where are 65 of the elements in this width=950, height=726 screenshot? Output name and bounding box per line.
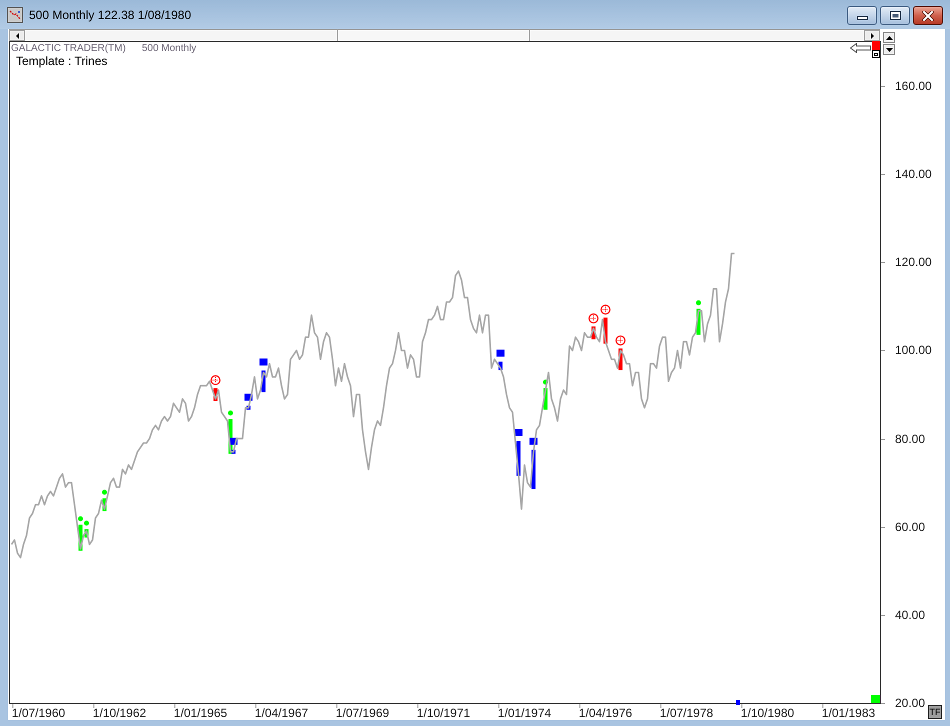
symbol-name: 500 Monthly (142, 43, 196, 55)
scrollbar-thumb[interactable] (337, 30, 530, 41)
scroll-right-button[interactable] (864, 30, 880, 41)
date-axis-label: 1/10/1980 (740, 706, 794, 720)
date-axis-label: 1/10/1971 (416, 706, 470, 720)
left-arrow-icon (16, 32, 18, 38)
date-axis-label: 1/07/1978 (660, 706, 714, 720)
axis-tick (336, 704, 337, 708)
chart-app-icon (7, 6, 23, 22)
timeframe-button[interactable]: TF (928, 705, 942, 719)
scroll-left-button[interactable] (9, 30, 25, 41)
date-axis-label: 1/01/1965 (174, 706, 228, 720)
down-arrow-icon (886, 48, 892, 52)
date-axis-label: 1/07/1960 (12, 706, 66, 720)
date-axis-label: 1/04/1976 (578, 706, 632, 720)
axis-tick (578, 704, 580, 708)
axis-tick (881, 526, 885, 528)
axis-tick (12, 704, 13, 708)
axis-tick (174, 704, 175, 708)
window-box-icon[interactable] (872, 50, 880, 58)
maximize-button[interactable] (880, 6, 910, 25)
price-axis-label: 140.00 (895, 166, 932, 182)
price-axis-label: 60.00 (895, 518, 926, 535)
status-square-icon (871, 695, 880, 703)
minimize-button[interactable] (847, 6, 877, 25)
date-axis-label: 1/10/1962 (92, 706, 146, 720)
template-label: Template : Trines (16, 55, 108, 68)
date-axis-label: 1/07/1969 (336, 706, 390, 720)
up-arrow-icon (886, 36, 892, 40)
axis-tick (881, 703, 885, 704)
maximize-icon (890, 11, 900, 20)
minimize-icon (856, 16, 868, 20)
scroll-down-button[interactable] (883, 44, 895, 55)
scroll-up-button[interactable] (883, 32, 895, 43)
price-axis-label: 100.00 (895, 342, 932, 358)
axis-tick (416, 704, 418, 708)
close-button[interactable] (913, 6, 943, 25)
right-arrow-icon (870, 32, 874, 38)
axis-tick (881, 174, 885, 176)
date-axis-label: 1/01/1974 (498, 706, 552, 720)
axis-tick (881, 438, 885, 440)
price-axis-label: 40.00 (895, 606, 926, 623)
price-axis-label: 120.00 (895, 254, 932, 270)
axis-tick (92, 704, 94, 708)
axis-tick (254, 704, 256, 708)
axis-tick (881, 86, 885, 88)
axis-tick (822, 704, 823, 708)
axis-tick (881, 262, 885, 264)
price-axis-label: 160.00 (895, 78, 932, 94)
axis-tick (881, 350, 885, 352)
price-axis-label: 80.00 (895, 430, 926, 447)
date-axis-label: 1/04/1967 (254, 706, 308, 720)
window-title: 500 Monthly 122.38 1/08/1980 (29, 6, 192, 22)
date-axis-label: 1/01/1983 (822, 706, 876, 720)
left-arrow-icon[interactable] (850, 43, 871, 53)
position-marker-icon (736, 700, 740, 705)
close-icon (922, 10, 934, 20)
price-axis-label: 20.00 (895, 695, 926, 711)
axis-tick (498, 704, 499, 708)
product-name: GALACTIC TRADER(TM) (11, 43, 126, 55)
status-square-icon (872, 41, 880, 50)
axis-tick (881, 614, 885, 616)
axis-tick (660, 704, 661, 708)
scrollbar-track[interactable] (9, 29, 880, 41)
axis-tick (740, 704, 742, 708)
